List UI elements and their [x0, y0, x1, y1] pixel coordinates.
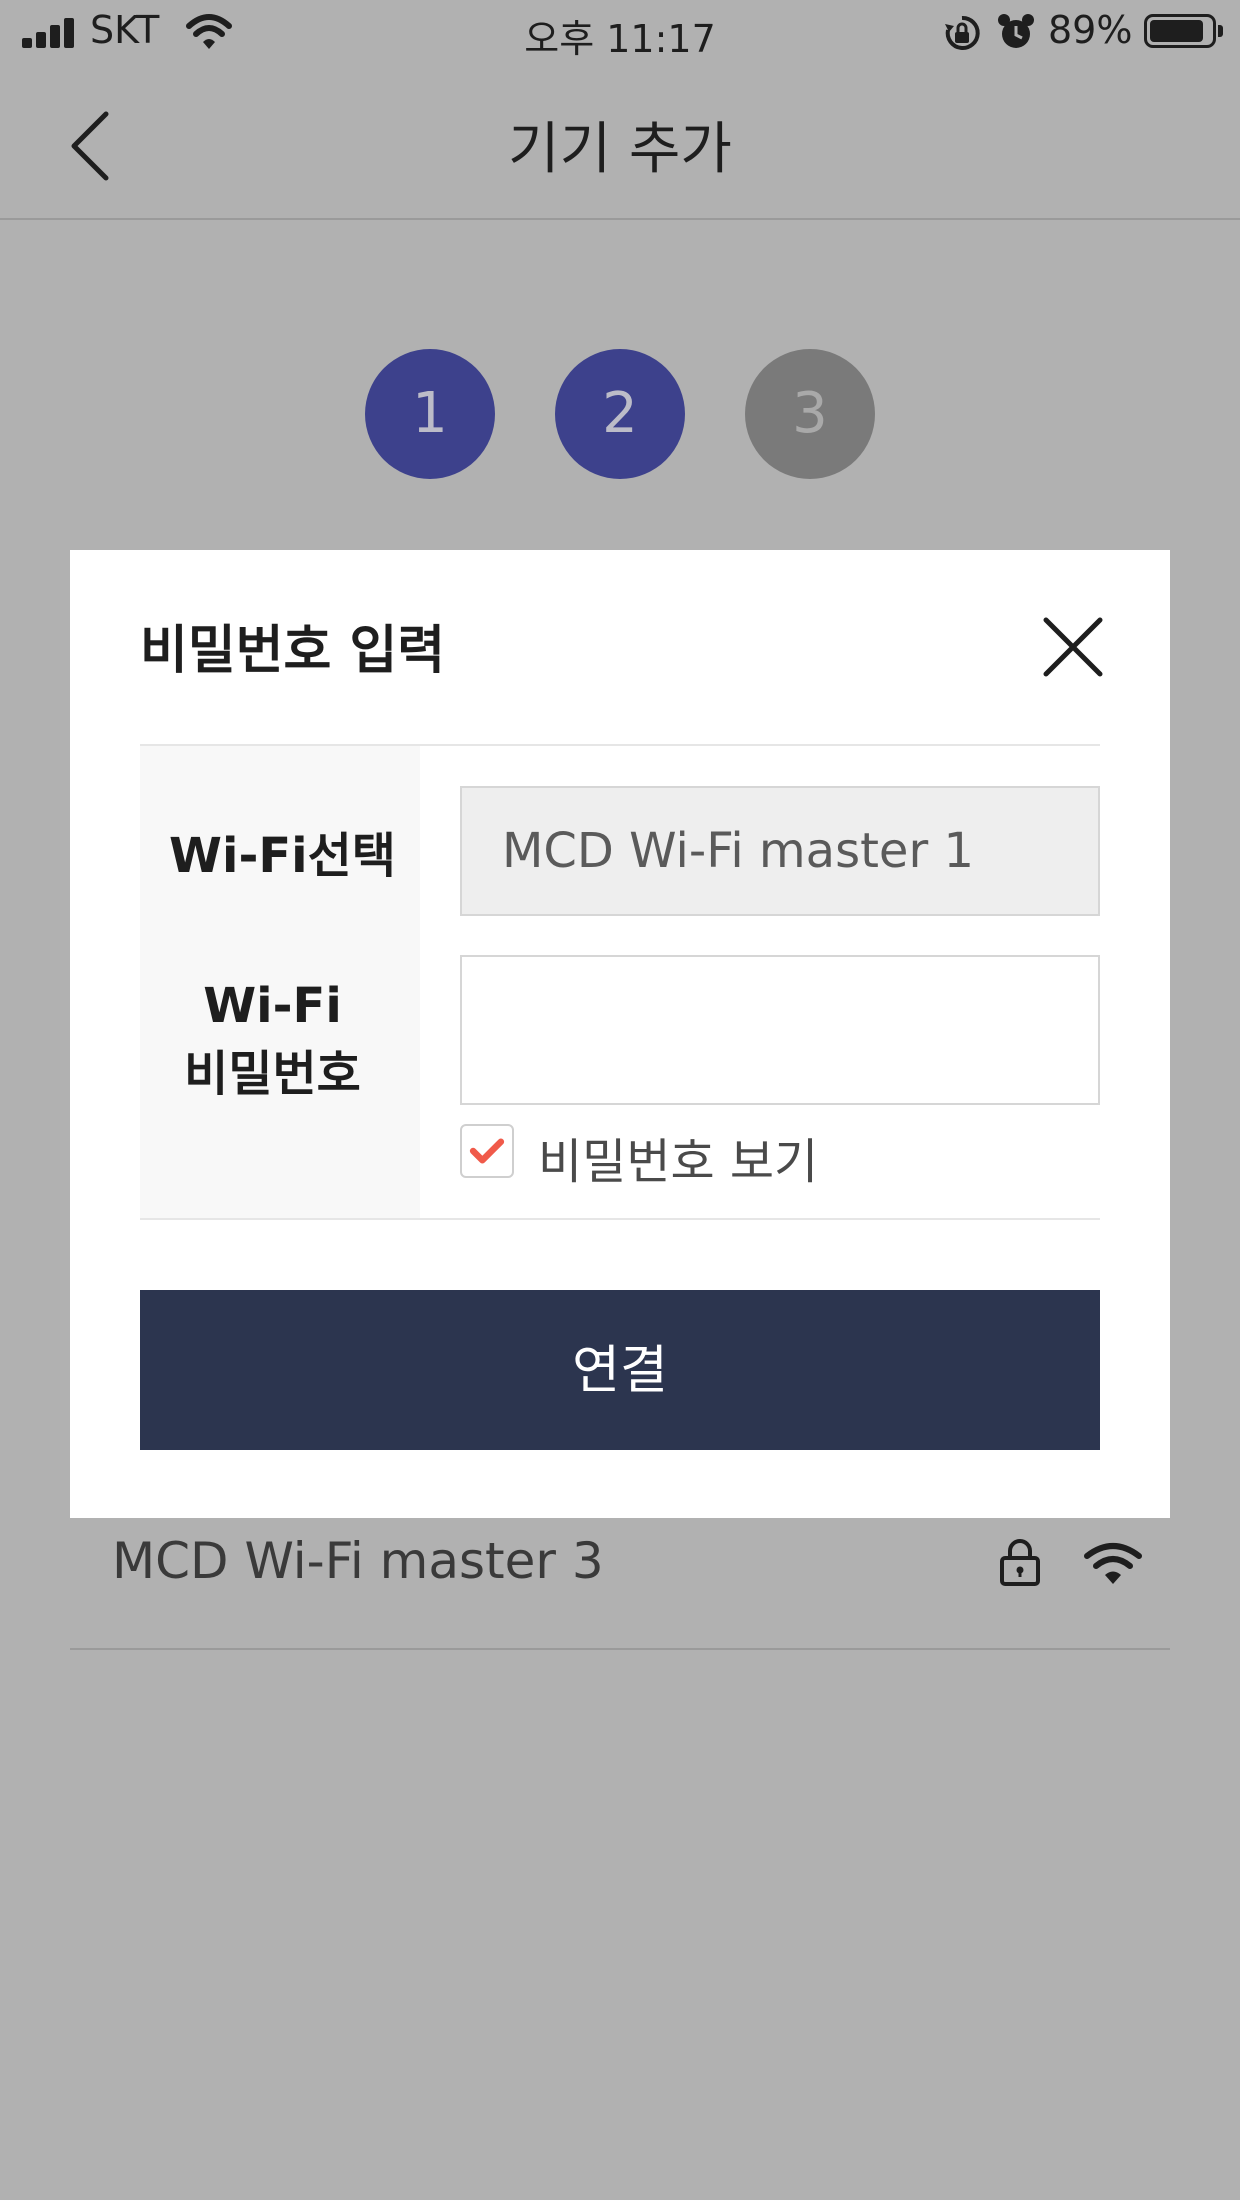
battery-percent: 89% — [1048, 8, 1133, 52]
wifi-icon — [1084, 1543, 1142, 1584]
step-indicator-1: 1 — [365, 349, 495, 479]
show-password-checkbox[interactable] — [460, 1124, 514, 1178]
nav-divider — [0, 218, 1240, 220]
step-indicator-2: 2 — [555, 349, 685, 479]
wifi-select-label: Wi-Fi선택 — [169, 828, 396, 884]
form-divider-bottom — [140, 1218, 1100, 1220]
step-indicator-3: 3 — [745, 349, 875, 479]
lock-icon — [1000, 1539, 1040, 1586]
password-modal: 비밀번호 입력 Wi-Fi선택 MCD Wi-Fi master 1 Wi-Fi… — [70, 550, 1170, 1518]
rotation-lock-icon — [945, 15, 980, 50]
wifi-select-field[interactable]: MCD Wi-Fi master 1 — [460, 786, 1100, 916]
checkmark-icon — [469, 1138, 505, 1164]
status-bar: SKT 오후 11:17 89% — [0, 0, 1240, 66]
wifi-list-item-ssid[interactable]: MCD Wi-Fi master 3 — [112, 1532, 604, 1590]
list-divider — [70, 1648, 1170, 1650]
battery-icon — [1144, 14, 1223, 48]
wifi-password-label: Wi-Fi 비밀번호 — [140, 972, 405, 1108]
password-input[interactable] — [460, 955, 1100, 1105]
close-icon[interactable] — [1042, 616, 1104, 678]
page-title: 기기 추가 — [508, 117, 732, 182]
wifi-password-label-line2: 비밀번호 — [184, 1046, 361, 1102]
show-password-label[interactable]: 비밀번호 보기 — [538, 1122, 818, 1192]
alarm-icon — [998, 14, 1034, 48]
modal-title: 비밀번호 입력 — [140, 621, 446, 681]
wifi-password-label-line1: Wi-Fi — [203, 978, 342, 1034]
connect-button[interactable]: 연결 — [140, 1290, 1100, 1450]
